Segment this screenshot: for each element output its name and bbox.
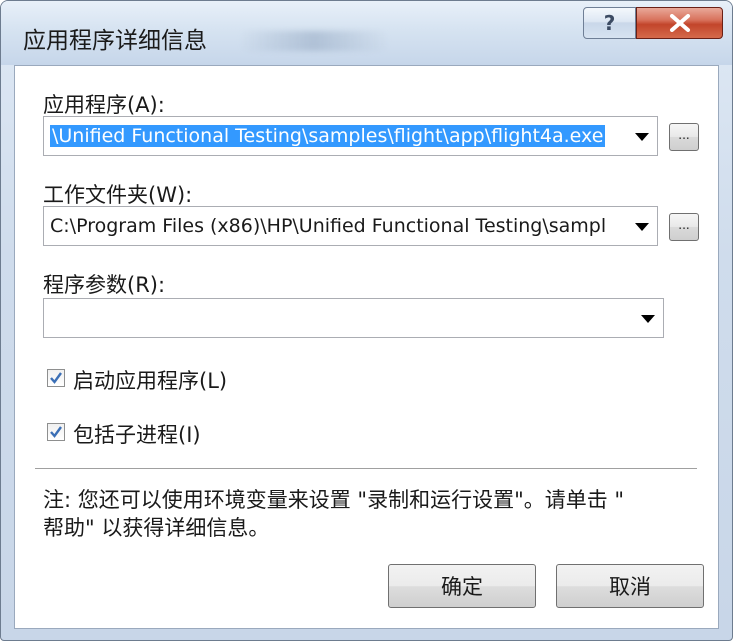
window-title: 应用程序详细信息: [23, 28, 207, 54]
application-combobox[interactable]: \Unified Functional Testing\samples\flig…: [43, 116, 658, 156]
include-children-checkbox[interactable]: [47, 423, 65, 441]
title-bar[interactable]: 应用程序详细信息 ?: [1, 1, 732, 65]
checkmark-icon: [50, 426, 62, 438]
application-browse-button[interactable]: ...: [669, 123, 699, 151]
separator: [35, 468, 697, 470]
dialog-window: 应用程序详细信息 ? 应用程序(A): \Unified Functional …: [0, 0, 733, 641]
title-bar-glass-blur: [239, 31, 389, 51]
checkmark-icon: [50, 372, 62, 384]
close-button[interactable]: [636, 7, 723, 39]
application-value[interactable]: \Unified Functional Testing\samples\flig…: [50, 125, 617, 147]
cancel-button[interactable]: 取消: [556, 564, 704, 608]
arguments-label: 程序参数(R):: [43, 273, 166, 297]
help-button[interactable]: ?: [583, 7, 636, 39]
arguments-combobox[interactable]: [43, 298, 664, 338]
chevron-down-icon[interactable]: [641, 315, 655, 323]
close-x-icon: [669, 14, 690, 32]
working-folder-combobox[interactable]: C:\Program Files (x86)\HP\Unified Functi…: [43, 206, 658, 246]
launch-app-label[interactable]: 启动应用程序(L): [73, 365, 227, 395]
chevron-down-icon[interactable]: [635, 223, 649, 231]
working-folder-label: 工作文件夹(W):: [43, 183, 193, 207]
working-folder-value[interactable]: C:\Program Files (x86)\HP\Unified Functi…: [50, 215, 617, 237]
note-line-1: 注: 您还可以使用环境变量来设置 "录制和运行设置"。请单击 ": [43, 488, 625, 512]
note-line-2: 帮助" 以获得详细信息。: [43, 516, 270, 540]
application-label: 应用程序(A):: [43, 93, 165, 117]
note-text: 注: 您还可以使用环境变量来设置 "录制和运行设置"。请单击 " 帮助" 以获得…: [43, 486, 703, 542]
chevron-down-icon[interactable]: [635, 133, 649, 141]
launch-app-checkbox[interactable]: [47, 369, 65, 387]
ok-button[interactable]: 确定: [388, 564, 536, 608]
working-folder-browse-button[interactable]: ...: [669, 213, 699, 241]
include-children-label[interactable]: 包括子进程(I): [73, 419, 201, 449]
